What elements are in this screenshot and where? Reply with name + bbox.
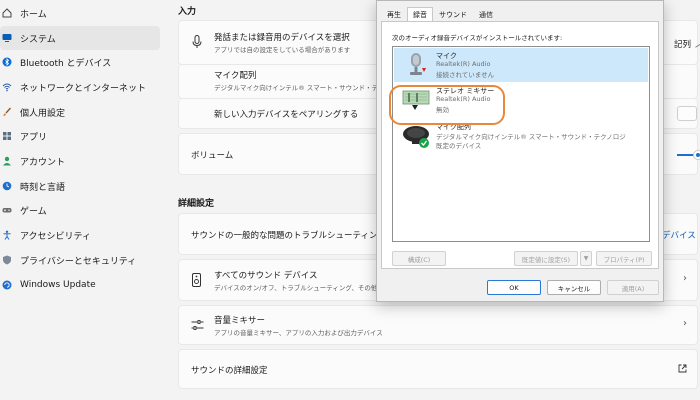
- chevron-down-icon: ▼: [583, 255, 589, 262]
- chevron-right-icon: ›: [683, 318, 687, 329]
- external-link-icon: [678, 364, 687, 373]
- accessibility-icon: [3, 230, 11, 240]
- recording-device-list: マイク Realtek(R) Audio 接続されていません ステレオ ミキサー…: [392, 46, 650, 242]
- sidebar-item-label: アカウント: [20, 157, 66, 168]
- sidebar-item-gaming[interactable]: ゲーム: [0, 198, 160, 222]
- red-down-arrow-icon: [422, 68, 426, 72]
- sidebar-item-label: アプリ: [20, 132, 48, 143]
- chevron-up-icon[interactable]: ︿: [695, 35, 700, 50]
- brush-icon: [3, 107, 12, 116]
- system-icon: [2, 34, 12, 42]
- sidebar: ホーム システム Bluetooth とデバイス ネットワークとインターネット …: [0, 0, 165, 400]
- sidebar-item-label: 時刻と言語: [20, 182, 66, 193]
- tab-communications[interactable]: 通信: [473, 7, 499, 21]
- more-sound-settings-label: サウンドの詳細設定: [191, 366, 268, 376]
- recording-devices-description: 次のオーディオ録音デバイスがインストールされています:: [392, 34, 563, 42]
- network-icon: [2, 83, 12, 92]
- sound-dialog: 再生 録音 サウンド 通信 次のオーディオ録音デバイスがインストールされています…: [376, 0, 664, 302]
- sidebar-item-home[interactable]: ホーム: [0, 1, 160, 25]
- microphone-icon: [192, 35, 202, 48]
- device-status: 接続されていません: [436, 71, 495, 79]
- pair-device-label: 新しい入力デバイスをペアリングする: [214, 110, 359, 120]
- sidebar-item-label: 個人用設定: [20, 108, 66, 119]
- green-check-icon: [419, 138, 429, 148]
- volume-mixer-row[interactable]: 音量ミキサー アプリの音量ミキサー、アプリの入力および出力デバイス ›: [178, 305, 698, 345]
- chevron-right-icon: ›: [683, 273, 687, 284]
- sidebar-item-accessibility[interactable]: アクセシビリティ: [0, 223, 160, 247]
- home-icon: [2, 8, 12, 18]
- sidebar-item-time-language[interactable]: 時刻と言語: [0, 174, 160, 198]
- sidebar-item-windows-update[interactable]: Windows Update: [0, 273, 160, 297]
- troubleshoot-devices-link[interactable]: デバイス: [662, 229, 696, 241]
- game-icon: [2, 208, 12, 213]
- set-default-dropdown[interactable]: ▼: [580, 251, 592, 266]
- apps-icon: [3, 132, 11, 140]
- clock-icon: [2, 181, 12, 191]
- ok-button[interactable]: OK: [487, 280, 541, 295]
- troubleshoot-label: サウンドの一般的な問題のトラブルシューティング: [191, 231, 386, 241]
- advanced-section-header: 詳細設定: [178, 199, 215, 209]
- volume-mixer-title: 音量ミキサー: [214, 316, 266, 326]
- sidebar-item-label: ゲーム: [20, 206, 47, 217]
- cancel-button[interactable]: キャンセル: [547, 280, 601, 295]
- add-device-button[interactable]: [677, 106, 697, 121]
- speaker-device-icon: [192, 273, 201, 287]
- device-driver: Realtek(R) Audio: [436, 60, 491, 68]
- device-status: 既定のデバイス: [436, 142, 482, 150]
- select-device-subtitle: アプリでは自の設定をしている場合があります: [214, 46, 351, 54]
- mic-array-icon: [403, 126, 429, 148]
- dialog-tabs: 再生 録音 サウンド 通信: [381, 7, 499, 22]
- shield-icon: [3, 255, 11, 265]
- more-sound-settings-row[interactable]: サウンドの詳細設定: [178, 349, 698, 389]
- account-icon: [3, 156, 11, 166]
- update-icon: [2, 280, 12, 290]
- apply-button[interactable]: 適用(A): [607, 280, 659, 295]
- recording-tab-panel: 次のオーディオ録音デバイスがインストールされています: マイク Realtek(…: [381, 21, 659, 269]
- mixer-icon: [191, 320, 204, 330]
- microphone-icon: [410, 53, 426, 75]
- configure-button[interactable]: 構成(C): [392, 251, 446, 266]
- properties-button[interactable]: プロパティ(P): [596, 251, 652, 266]
- sidebar-item-system[interactable]: システム: [0, 26, 160, 50]
- volume-mixer-subtitle: アプリの音量ミキサー、アプリの入力および出力デバイス: [214, 329, 383, 337]
- sidebar-item-bluetooth[interactable]: Bluetooth とデバイス: [0, 50, 160, 74]
- sidebar-item-network[interactable]: ネットワークとインターネット: [0, 75, 160, 99]
- mic-array-title: マイク配列: [214, 71, 257, 81]
- select-device-title: 発話または録音用のデバイスを選択: [214, 33, 350, 43]
- set-default-button[interactable]: 既定値に設定(S): [514, 251, 578, 266]
- sidebar-item-label: ネットワークとインターネット: [20, 83, 147, 94]
- sidebar-item-label: システム: [20, 34, 56, 45]
- sidebar-item-personalization[interactable]: 個人用設定: [0, 100, 160, 124]
- tab-sounds[interactable]: サウンド: [433, 7, 473, 21]
- sidebar-item-accounts[interactable]: アカウント: [0, 149, 160, 173]
- stereo-mixer-highlight: [389, 85, 505, 125]
- sidebar-item-label: Bluetooth とデバイス: [20, 58, 112, 69]
- input-section-header: 入力: [178, 7, 197, 17]
- all-devices-title: すべてのサウンド デバイス: [214, 271, 318, 281]
- volume-slider-thumb[interactable]: [694, 151, 700, 159]
- sidebar-item-privacy[interactable]: プライバシーとセキュリティ: [0, 248, 160, 272]
- bluetooth-icon: [2, 57, 12, 67]
- tab-playback[interactable]: 再生: [381, 7, 407, 21]
- tab-recording[interactable]: 録音: [407, 7, 433, 22]
- sidebar-item-label: アクセシビリティ: [20, 231, 92, 242]
- sidebar-item-label: プライバシーとセキュリティ: [20, 256, 137, 267]
- sidebar-item-apps[interactable]: アプリ: [0, 124, 160, 148]
- list-item-microphone[interactable]: マイク Realtek(R) Audio 接続されていません: [394, 48, 648, 82]
- sidebar-item-label: ホーム: [20, 9, 47, 20]
- sidebar-item-label: Windows Update: [20, 280, 96, 290]
- volume-label: ボリューム: [191, 151, 234, 161]
- selected-device-value: 記列: [674, 40, 692, 50]
